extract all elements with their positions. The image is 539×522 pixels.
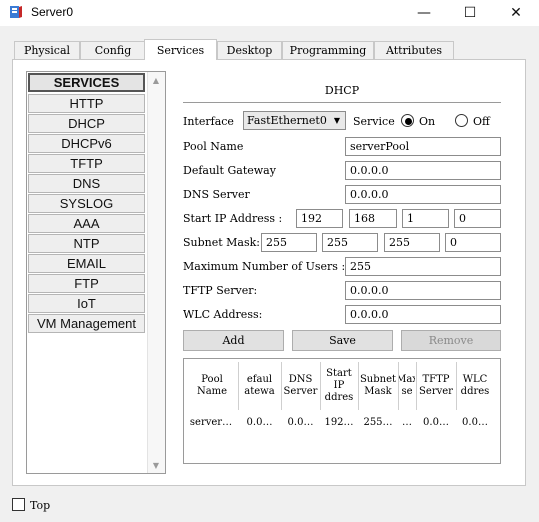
col-header-dns-server[interactable]: DNS Server (282, 362, 319, 410)
default-gateway-field[interactable]: 0.0.0.0 (345, 161, 501, 180)
save-button[interactable]: Save (292, 330, 393, 351)
service-dhcp[interactable]: DHCP (28, 114, 145, 133)
subnet-octet-1[interactable]: 255 (261, 233, 317, 252)
service-dhcpv6[interactable]: DHCPv6 (28, 134, 145, 153)
window-title: Server0 (31, 5, 74, 19)
table-cell[interactable]: 0.0… (239, 414, 280, 430)
table-cell[interactable]: server… (185, 414, 237, 430)
services-header: SERVICES (28, 73, 145, 92)
wlc-address-field[interactable]: 0.0.0.0 (345, 305, 501, 324)
interface-value: FastEthernet0 (247, 114, 327, 127)
tab-config[interactable]: Config (80, 41, 146, 59)
start-ip-octet-4[interactable]: 0 (454, 209, 501, 228)
max-users-field[interactable]: 255 (345, 257, 501, 276)
table-cell[interactable]: 192… (321, 414, 357, 430)
pool-name-field[interactable]: serverPool (345, 137, 501, 156)
max-users-label: Maximum Number of Users : (183, 260, 346, 273)
table-cell[interactable]: 0.0… (282, 414, 319, 430)
service-syslog[interactable]: SYSLOG (28, 194, 145, 213)
maximize-button[interactable]: ☐ (447, 0, 493, 26)
col-header-default-gateway[interactable]: efaul atewa (239, 362, 280, 410)
subnet-octet-2[interactable]: 255 (322, 233, 378, 252)
radio-selected-dot (405, 118, 412, 125)
interface-label: Interface (183, 115, 234, 128)
start-ip-octet-3[interactable]: 1 (402, 209, 449, 228)
chevron-down-icon: ▼ (333, 116, 340, 125)
add-button[interactable]: Add (183, 330, 284, 351)
interface-select[interactable]: FastEthernet0 ▼ (243, 111, 346, 130)
service-email[interactable]: EMAIL (28, 254, 145, 273)
dns-server-field[interactable]: 0.0.0.0 (345, 185, 501, 204)
top-checkbox[interactable] (12, 498, 25, 511)
start-ip-octet-2[interactable]: 168 (349, 209, 397, 228)
service-label: Service (353, 115, 395, 128)
service-dns[interactable]: DNS (28, 174, 145, 193)
services-scrollbar[interactable] (147, 72, 165, 473)
default-gateway-label: Default Gateway (183, 164, 276, 177)
service-off-label: Off (473, 115, 490, 128)
service-vm-management[interactable]: VM Management (28, 314, 145, 333)
app-icon (9, 5, 23, 19)
scroll-down-icon[interactable]: ▼ (147, 457, 165, 473)
minimize-icon: — (417, 5, 431, 21)
close-icon: ✕ (510, 5, 522, 21)
tab-programming[interactable]: Programming (282, 41, 374, 59)
wlc-address-label: WLC Address: (183, 308, 263, 321)
table-cell[interactable]: 255… (359, 414, 397, 430)
service-tftp[interactable]: TFTP (28, 154, 145, 173)
col-header-wlc-address[interactable]: WLC ddres (457, 362, 493, 410)
subnet-octet-3[interactable]: 255 (384, 233, 440, 252)
col-header-tftp-server[interactable]: TFTP Server (417, 362, 455, 410)
table-cell[interactable]: … (399, 414, 415, 430)
dns-server-label: DNS Server (183, 188, 250, 201)
tab-services[interactable]: Services (144, 39, 217, 60)
start-ip-octet-1[interactable]: 192 (296, 209, 343, 228)
col-header-pool-name[interactable]: Pool Name (187, 362, 237, 410)
tftp-server-label: TFTP Server: (183, 284, 258, 297)
dhcp-title-divider (183, 102, 501, 103)
dhcp-title: DHCP (324, 84, 360, 97)
service-on-radio[interactable] (401, 114, 414, 127)
scroll-up-icon[interactable]: ▲ (147, 72, 165, 88)
service-iot[interactable]: IoT (28, 294, 145, 313)
table-cell[interactable]: 0.0… (457, 414, 493, 430)
top-checkbox-label: Top (30, 499, 51, 512)
service-aaa[interactable]: AAA (28, 214, 145, 233)
subnet-mask-label: Subnet Mask: (183, 236, 261, 249)
service-off-radio[interactable] (455, 114, 468, 127)
start-ip-label: Start IP Address : (183, 212, 283, 225)
close-button[interactable]: ✕ (493, 0, 539, 26)
remove-button[interactable]: Remove (401, 330, 501, 351)
col-header-subnet-mask[interactable]: Subnet Mask (359, 362, 397, 410)
service-http[interactable]: HTTP (28, 94, 145, 113)
table-cell[interactable]: 0.0… (417, 414, 455, 430)
tab-physical[interactable]: Physical (14, 41, 80, 59)
col-header-max-users[interactable]: Maxse (399, 362, 415, 410)
tab-attributes[interactable]: Attributes (374, 41, 454, 59)
maximize-icon: ☐ (463, 5, 477, 21)
tftp-server-field[interactable]: 0.0.0.0 (345, 281, 501, 300)
service-ntp[interactable]: NTP (28, 234, 145, 253)
col-header-start-ip[interactable]: Start IP ddres (321, 362, 357, 410)
tab-desktop[interactable]: Desktop (217, 41, 282, 59)
service-ftp[interactable]: FTP (28, 274, 145, 293)
service-on-label: On (419, 115, 436, 128)
pool-name-label: Pool Name (183, 140, 244, 153)
subnet-octet-4[interactable]: 0 (445, 233, 501, 252)
minimize-button[interactable]: — (401, 0, 447, 26)
